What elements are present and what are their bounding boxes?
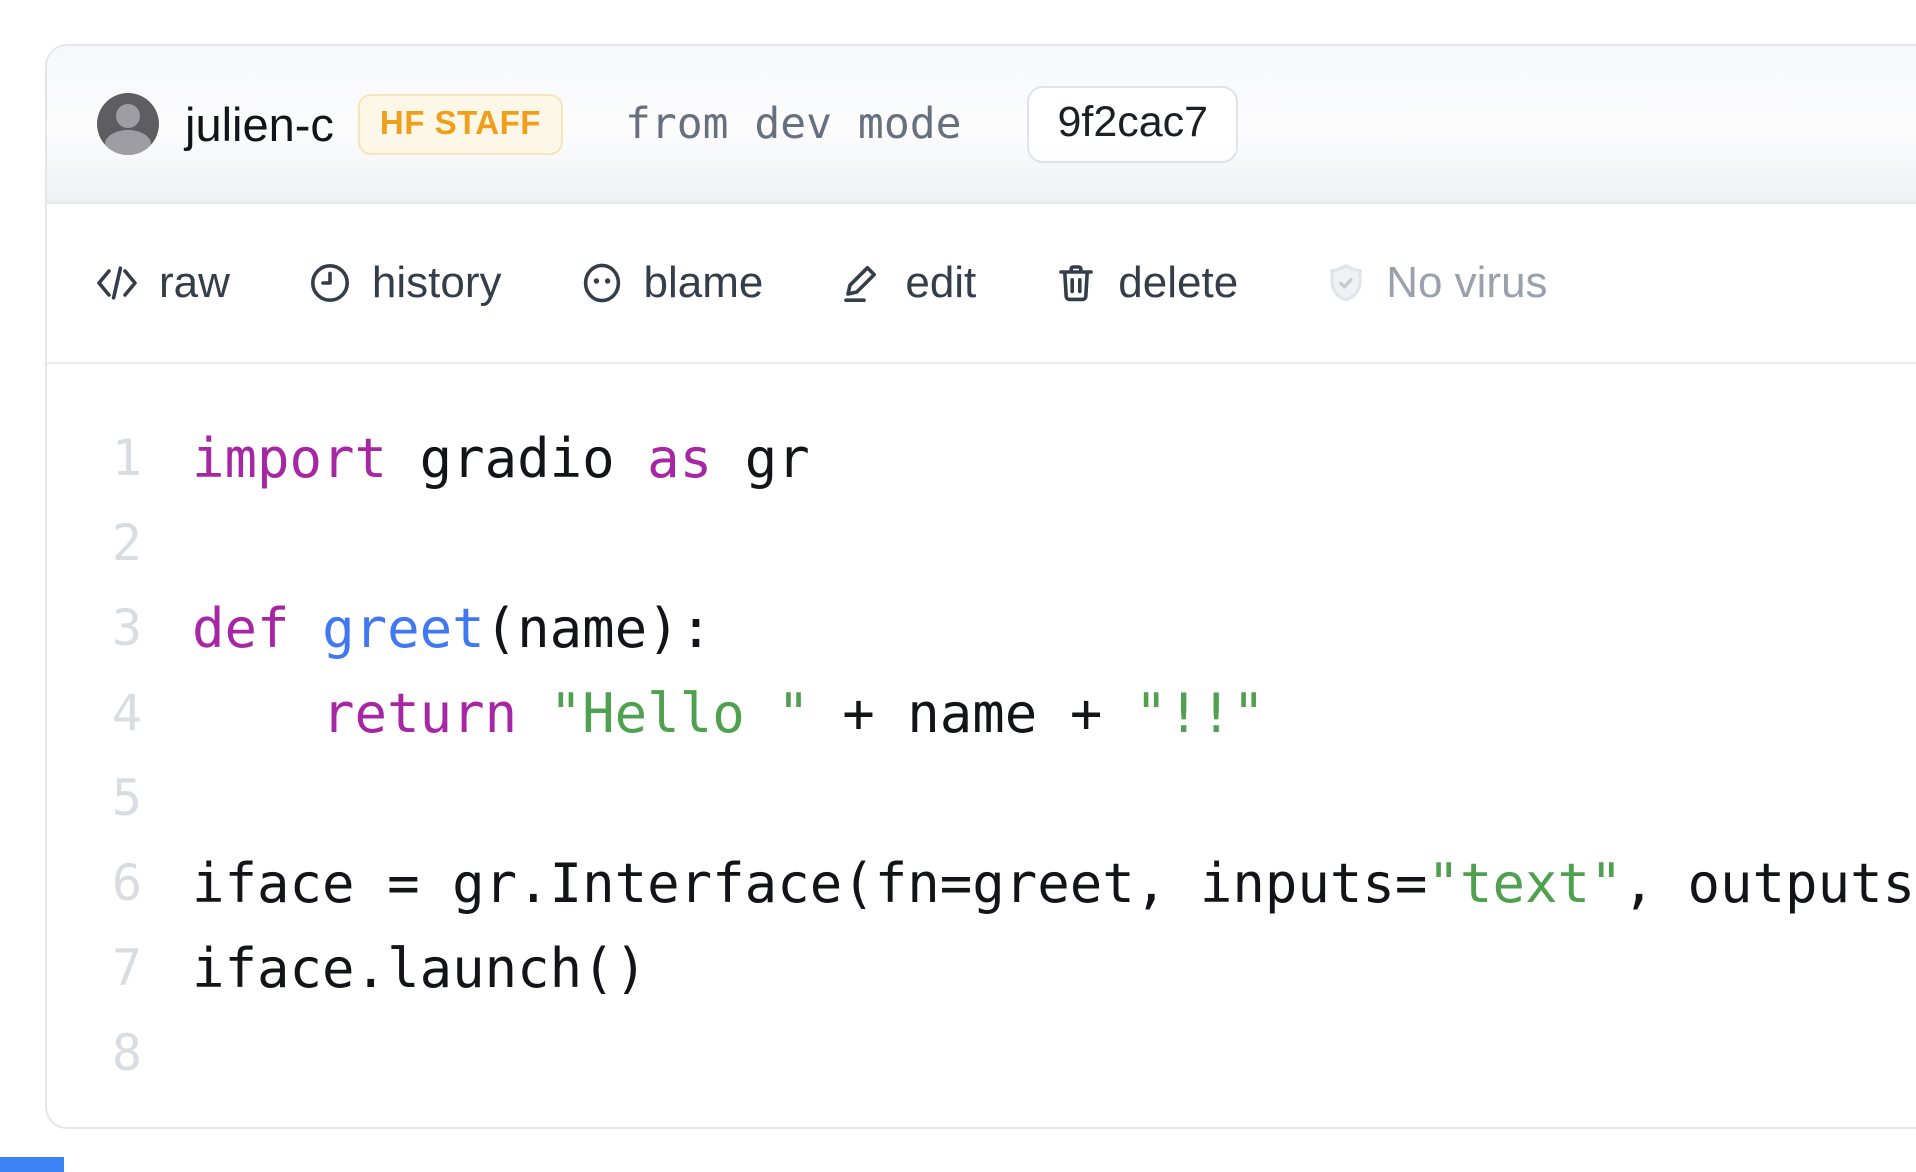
username-link[interactable]: julien-c xyxy=(185,97,334,152)
line-number[interactable]: 3 xyxy=(47,586,142,671)
code-token: greet xyxy=(322,597,485,660)
code-line-text xyxy=(142,756,192,841)
code-line: 4 return "Hello " + name + "!!" xyxy=(47,671,1916,756)
clock-icon xyxy=(306,259,354,307)
toolbar-item-label: delete xyxy=(1118,258,1238,308)
virus-scan-label: No virus xyxy=(1386,258,1547,308)
code-token xyxy=(192,682,322,745)
line-number[interactable]: 8 xyxy=(47,1011,142,1096)
page: julien-c HF STAFF from dev mode 9f2cac7 … xyxy=(0,0,1916,1172)
code-token: import xyxy=(192,427,387,490)
blame-face-icon xyxy=(578,259,626,307)
file-viewer-card: julien-c HF STAFF from dev mode 9f2cac7 … xyxy=(45,44,1916,1129)
toolbar-item-edit[interactable]: edit xyxy=(839,258,976,308)
code-token: + name + xyxy=(810,682,1135,745)
toolbar-item-label: raw xyxy=(159,258,230,308)
code-line: 7 iface.launch() xyxy=(47,926,1916,1011)
toolbar-item-delete[interactable]: delete xyxy=(1052,258,1238,308)
hf-staff-badge: HF STAFF xyxy=(358,94,563,155)
code-line: 3def greet(name): xyxy=(47,586,1916,671)
code-viewer: 1import gradio as gr23def greet(name):4 … xyxy=(47,364,1916,1096)
commit-message[interactable]: from dev mode xyxy=(625,99,962,149)
code-token: , outputs xyxy=(1623,852,1916,915)
toolbar-item-history[interactable]: history xyxy=(306,258,502,308)
code-line: 8 xyxy=(47,1011,1916,1096)
bottom-left-blue-bar xyxy=(0,1157,64,1172)
pencil-icon xyxy=(839,259,887,307)
line-number[interactable]: 2 xyxy=(47,501,142,586)
code-line: 2 xyxy=(47,501,1916,586)
commit-hash-chip[interactable]: 9f2cac7 xyxy=(1027,86,1238,163)
toolbar-items: raw history blame edit delete xyxy=(93,258,1238,308)
code-line: 5 xyxy=(47,756,1916,841)
line-number[interactable]: 1 xyxy=(47,416,142,501)
shield-check-icon xyxy=(1322,259,1370,307)
code-line-text: return "Hello " + name + "!!" xyxy=(142,671,1265,756)
commit-header: julien-c HF STAFF from dev mode 9f2cac7 xyxy=(47,46,1916,204)
code-token: return xyxy=(322,682,517,745)
code-token xyxy=(517,682,550,745)
file-toolbar: raw history blame edit delete No virus xyxy=(47,204,1916,364)
code-token: iface.launch() xyxy=(192,937,647,1000)
code-token: "text" xyxy=(1427,852,1622,915)
virus-scan-status: No virus xyxy=(1322,258,1547,308)
code-token xyxy=(290,597,323,660)
code-token: def xyxy=(192,597,290,660)
toolbar-item-label: history xyxy=(372,258,502,308)
code-line: 1import gradio as gr xyxy=(47,416,1916,501)
code-token: gradio xyxy=(387,427,647,490)
code-token: (name): xyxy=(485,597,713,660)
line-number[interactable]: 5 xyxy=(47,756,142,841)
toolbar-item-label: blame xyxy=(644,258,764,308)
avatar[interactable] xyxy=(97,93,159,155)
code-line-text: def greet(name): xyxy=(142,586,712,671)
code-token: gr xyxy=(712,427,810,490)
code-line: 6iface = gr.Interface(fn=greet, inputs="… xyxy=(47,841,1916,926)
code-token: as xyxy=(647,427,712,490)
code-line-text: import gradio as gr xyxy=(142,416,810,501)
code-line-text xyxy=(142,1011,192,1096)
line-number[interactable]: 4 xyxy=(47,671,142,756)
toolbar-item-label: edit xyxy=(905,258,976,308)
code-line-text: iface = gr.Interface(fn=greet, inputs="t… xyxy=(142,841,1915,926)
code-line-text: iface.launch() xyxy=(142,926,647,1011)
code-token: iface = gr.Interface(fn=greet, inputs= xyxy=(192,852,1427,915)
toolbar-item-raw[interactable]: raw xyxy=(93,258,230,308)
trash-icon xyxy=(1052,259,1100,307)
code-icon xyxy=(93,259,141,307)
code-line-text xyxy=(142,501,192,586)
code-token: "!!" xyxy=(1135,682,1265,745)
toolbar-item-blame[interactable]: blame xyxy=(578,258,764,308)
line-number[interactable]: 6 xyxy=(47,841,142,926)
line-number[interactable]: 7 xyxy=(47,926,142,1011)
code-token: "Hello " xyxy=(550,682,810,745)
